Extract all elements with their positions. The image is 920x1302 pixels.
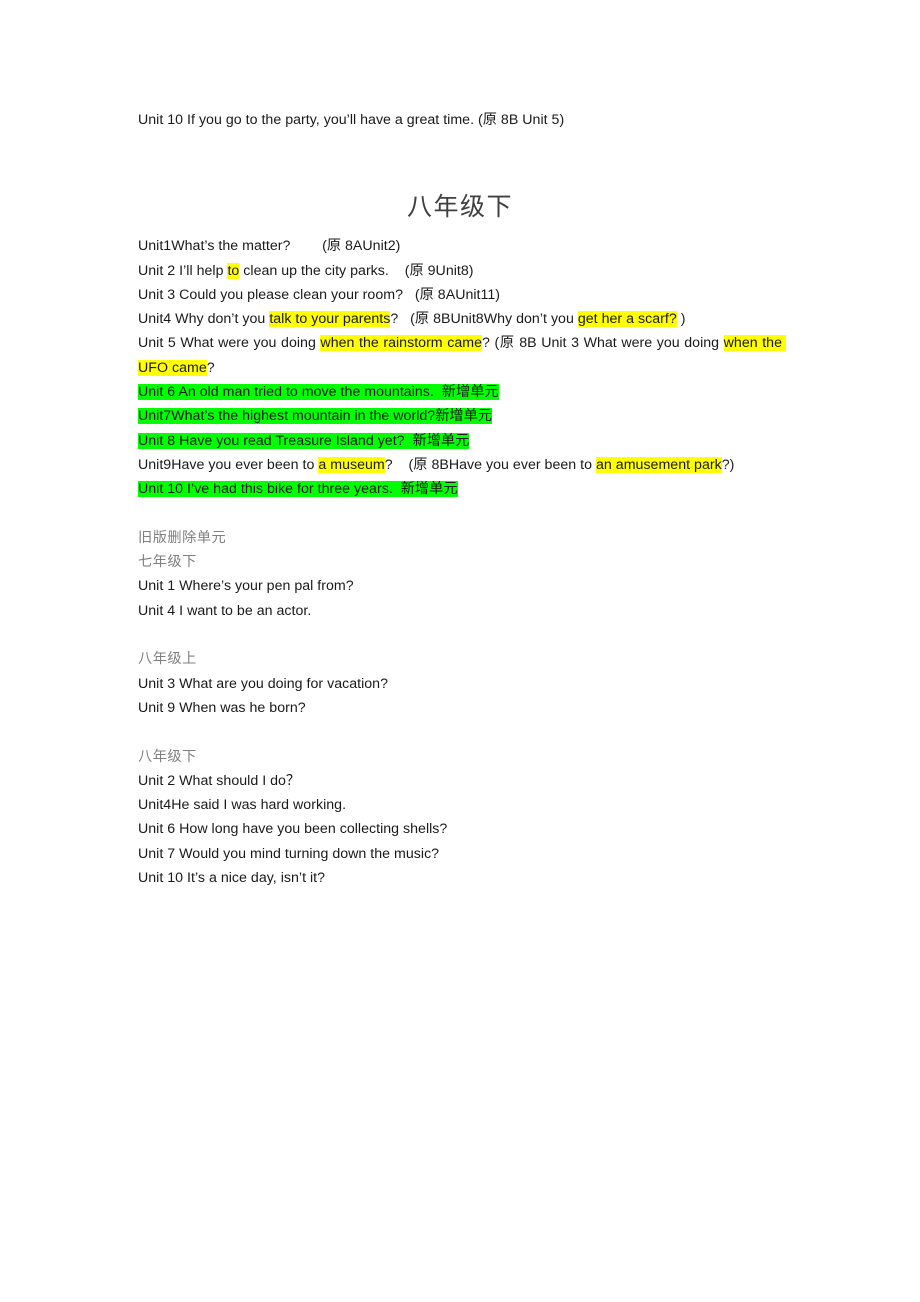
document-body: Unit 10 If you go to the party, you’ll h… <box>138 108 786 890</box>
spacer-above-title <box>138 132 782 192</box>
unit7-text: Unit7What’s the highest mountain in the … <box>138 408 436 425</box>
unit5-tail: ? <box>206 359 215 376</box>
unit4-tail: ) <box>676 311 686 328</box>
top-unit-text: Unit 10 If you go to the party, you’ll h… <box>138 112 483 128</box>
unit-line-3: Unit 3 Could you please clean your room?… <box>138 283 782 307</box>
unit4-highlight-1: talk to your parents <box>269 311 391 328</box>
removed-item: Unit 10 It’s a nice day, isn’t it? <box>138 870 326 887</box>
unit4-cn-yuan: 原 <box>414 311 430 328</box>
unit1-cn-yuan: 原 <box>326 238 342 255</box>
unit2-pre: Unit 2 I’ll help <box>138 262 228 279</box>
unit3-pre: Unit 3 Could you please clean your room?… <box>138 286 420 303</box>
unit3-cn-yuan: 原 <box>419 286 434 303</box>
unit9-highlight-1: a museum <box>318 456 385 473</box>
removed-item: Unit 7 Would you mind turning down the m… <box>138 845 440 862</box>
unit7-highlight: Unit7What’s the highest mountain in the … <box>138 408 493 425</box>
unit9-mid2: 8BHave you ever been to <box>427 456 596 473</box>
unit5-highlight-1: when the rainstorm came <box>320 335 482 352</box>
removed-grade-heading-3: 八年级下 <box>138 748 197 765</box>
unit2-tail: 9Unit8) <box>423 262 474 279</box>
removed-item: Unit 9 When was he born? <box>138 699 306 716</box>
unit4-mid: ? ( <box>390 311 415 328</box>
top-unit-line: Unit 10 If you go to the party, you’ll h… <box>138 108 782 132</box>
unit5-mid2: 8B Unit 3 What were you doing <box>514 335 724 352</box>
removed-item: Unit 4 I want to be an actor. <box>138 602 312 619</box>
spacer-between-groups-1 <box>138 623 782 647</box>
unit4-mid2: 8BUnit8Why don’t you <box>429 311 578 328</box>
removed-item: Unit4He said I was hard working. <box>138 797 347 814</box>
unit7-cn-new: 新增单元 <box>435 408 493 425</box>
unit-line-4: Unit4 Why don’t you talk to your parents… <box>138 307 782 331</box>
unit-line-10: Unit 10 I’ve had this bike for three yea… <box>138 477 782 501</box>
unit1-pre: Unit1What’s the matter? <box>138 238 291 255</box>
removed-item: Unit 6 How long have you been collecting… <box>138 821 448 838</box>
removed-section-heading: 旧版删除单元 <box>138 529 227 546</box>
removed-grade-heading-2: 八年级上 <box>138 651 197 668</box>
unit8-highlight: Unit 8 Have you read Treasure Island yet… <box>138 432 470 449</box>
unit2-cn-yuan: 原 <box>409 262 424 279</box>
unit-line-9: Unit9Have you ever been to a museum? (原 … <box>138 453 782 477</box>
unit-line-5: Unit 5 What were you doing when the rain… <box>138 331 786 380</box>
unit9-highlight-2: an amusement park <box>596 456 722 473</box>
spacer-before-removed <box>138 502 782 526</box>
page-title: 八年级下 <box>406 192 513 222</box>
unit4-highlight-2: get her a scarf? <box>577 311 677 328</box>
top-unit-tail: 8B Unit 5) <box>496 112 565 128</box>
unit6-highlight: Unit 6 An old man tried to move the moun… <box>138 384 499 401</box>
removed-grade-heading-1: 七年级下 <box>138 554 197 571</box>
top-unit-cn-yuan: 原 <box>482 112 497 128</box>
unit5-mid: ? ( <box>482 335 500 352</box>
unit-line-8: Unit 8 Have you read Treasure Island yet… <box>138 429 782 453</box>
removed-item: Unit 1 Where’s your pen pal from? <box>138 578 354 595</box>
unit10-highlight: Unit 10 I’ve had this bike for three yea… <box>138 481 458 498</box>
unit9-tail: ?) <box>721 456 735 473</box>
unit8-cn-new: 新增单元 <box>412 432 470 449</box>
unit8-text: Unit 8 Have you read Treasure Island yet… <box>138 432 413 449</box>
unit5-cn-yuan: 原 <box>499 335 515 352</box>
unit-line-1: Unit1What’s the matter? (原 8AUnit2) <box>138 234 782 258</box>
spacer-between-groups-2 <box>138 720 782 744</box>
spacer-below-title <box>138 222 782 234</box>
unit-line-6: Unit 6 An old man tried to move the moun… <box>138 380 782 404</box>
unit2-highlight-to: to <box>227 262 240 279</box>
unit9-pre: Unit9Have you ever been to <box>138 456 319 473</box>
unit10-cn-new: 新增单元 <box>400 481 458 498</box>
unit6-cn-new: 新增单元 <box>441 384 499 401</box>
unit9-mid: ? ( <box>384 456 414 473</box>
removed-item: Unit 3 What are you doing for vacation? <box>138 675 388 692</box>
title-block: 八年级下 <box>138 192 782 222</box>
unit2-mid: clean up the city parks. ( <box>239 262 410 279</box>
unit10-text: Unit 10 I’ve had this bike for three yea… <box>138 481 401 498</box>
unit1-spacer: ( <box>290 238 327 255</box>
unit1-tail: 8AUnit2) <box>341 238 401 255</box>
unit-line-7: Unit7What’s the highest mountain in the … <box>138 404 782 428</box>
unit5-pre: Unit 5 What were you doing <box>138 335 321 352</box>
unit9-cn-yuan: 原 <box>413 456 428 473</box>
unit-line-2: Unit 2 I’ll help to clean up the city pa… <box>138 259 782 283</box>
unit3-tail: 8AUnit11) <box>433 286 501 303</box>
unit6-text: Unit 6 An old man tried to move the moun… <box>138 384 442 401</box>
document-page: Unit 10 If you go to the party, you’ll h… <box>0 0 920 1302</box>
unit4-pre: Unit4 Why don’t you <box>138 311 270 328</box>
removed-item: Unit 2 What should I do？ <box>138 772 301 789</box>
